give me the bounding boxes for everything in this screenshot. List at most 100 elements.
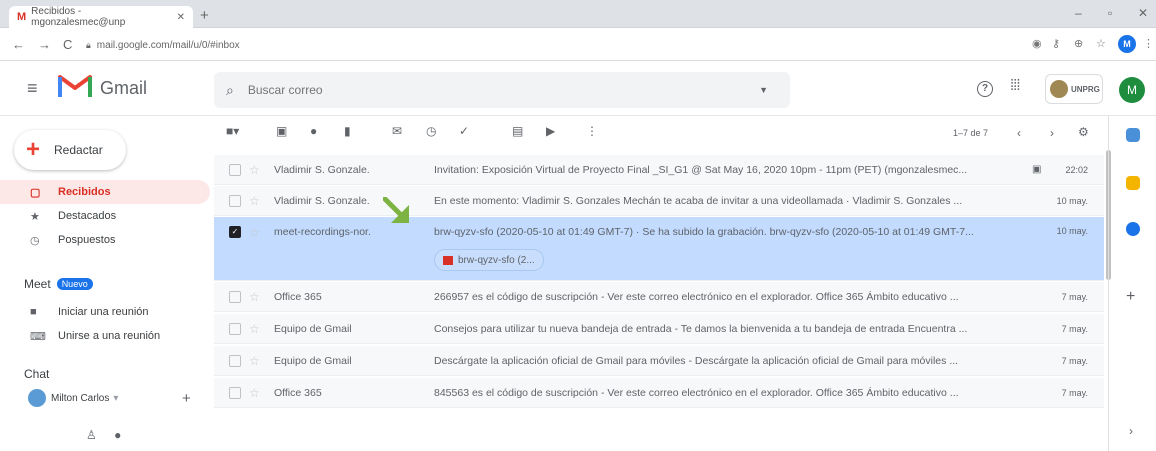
chat-user-name: Milton Carlos (51, 392, 110, 404)
reload-icon[interactable]: C (63, 37, 72, 52)
plus-icon: + (26, 136, 41, 163)
address-bar: ← → C 🔒︎ mail.google.com/mail/u/0/#inbox… (0, 28, 1156, 61)
email-date: 10 may. (1056, 226, 1088, 236)
archive-icon[interactable]: ▣ (276, 124, 287, 138)
email-snippet: Descárgate la aplicación oficial de Gmai… (434, 354, 959, 367)
more-options-icon[interactable]: ⋮ (586, 124, 598, 138)
row-checkbox[interactable] (229, 386, 241, 399)
join-meeting-label: Unirse a una reunión (58, 330, 161, 342)
account-avatar[interactable]: M (1119, 77, 1145, 103)
bookmark-star-icon[interactable]: ☆ (1096, 37, 1106, 50)
browser-tab[interactable]: M Recibidos - mgonzalesmec@unp ✕ (9, 6, 193, 28)
sidebar-item-label: Recibidos (58, 186, 111, 198)
app-name: Gmail (100, 78, 148, 98)
search-icon[interactable]: ⌕ (226, 82, 234, 99)
row-checkbox-checked[interactable]: ✓ (229, 226, 241, 238)
person-icon[interactable]: ♙ (86, 428, 97, 442)
browser-profile-avatar[interactable]: M (1118, 35, 1136, 53)
star-icon[interactable]: ☆ (249, 163, 260, 177)
row-checkbox[interactable] (229, 163, 241, 176)
email-row[interactable]: ☆ Equipo de Gmail Descárgate la aplicaci… (214, 346, 1104, 376)
new-badge: Nuevo (56, 278, 93, 290)
key-icon[interactable]: ⚷ (1052, 37, 1060, 50)
move-to-icon[interactable]: ▤ (512, 124, 523, 138)
mark-unread-icon[interactable]: ✉ (392, 124, 402, 138)
browser-menu-icon[interactable]: ⋮ (1143, 37, 1154, 50)
email-snippet: brw-qyzv-sfo (2020-05-10 at 01:49 GMT-7)… (434, 226, 974, 238)
apps-grid-icon[interactable]: ⁞⁞⁞ (1010, 77, 1020, 94)
org-badge[interactable]: UNPRG (1045, 74, 1103, 104)
prev-page-icon[interactable]: ‹ (1017, 126, 1021, 140)
keep-addon-icon[interactable] (1126, 176, 1140, 190)
email-row[interactable]: ☆ Equipo de Gmail Consejos para utilizar… (214, 314, 1104, 344)
compose-button[interactable]: + Redactar (14, 130, 126, 170)
star-icon[interactable]: ☆ (249, 322, 260, 336)
join-meeting-item[interactable]: ⌨ Unirse a una reunión (0, 324, 210, 348)
forward-icon[interactable]: → (38, 37, 51, 52)
close-tab-icon[interactable]: ✕ (177, 12, 185, 23)
row-checkbox[interactable] (229, 290, 241, 303)
star-icon[interactable]: ☆ (249, 386, 260, 400)
row-checkbox[interactable] (229, 354, 241, 367)
email-row[interactable]: ☆ Vladimir S. Gonzale. Invitation: Expos… (214, 155, 1104, 185)
star-icon[interactable]: ☆ (249, 354, 260, 368)
gmail-logo-icon[interactable] (58, 71, 92, 99)
star-icon[interactable]: ☆ (249, 194, 260, 208)
settings-icon[interactable]: ⚙ (1078, 125, 1089, 139)
clock-icon: ◷ (30, 234, 40, 247)
next-page-icon[interactable]: › (1050, 126, 1054, 140)
search-input[interactable] (247, 83, 760, 97)
snooze-icon[interactable]: ◷ (426, 124, 436, 138)
email-row[interactable]: ☆ Vladimir S. Gonzale. En este momento: … (214, 186, 1104, 216)
main-menu-icon[interactable]: ≡ (27, 78, 38, 99)
zoom-icon[interactable]: ⊕ (1074, 37, 1083, 50)
url-text: mail.google.com/mail/u/0/#inbox (96, 39, 240, 51)
start-meeting-item[interactable]: ■ Iniciar una reunión (0, 300, 210, 324)
annotation-arrow-icon (383, 197, 409, 223)
browser-tabstrip: M Recibidos - mgonzalesmec@unp ✕ + – ▫ ✕ (0, 0, 1156, 28)
calendar-icon: ▣ (1032, 164, 1042, 175)
side-panel: + › (1108, 116, 1156, 451)
extension-icon[interactable]: ◉ (1032, 37, 1042, 50)
select-all-checkbox-icon[interactable]: ■▾ (226, 124, 239, 138)
url-field[interactable]: 🔒︎ mail.google.com/mail/u/0/#inbox (86, 35, 1026, 55)
star-icon[interactable]: ☆ (249, 290, 260, 304)
sidebar-footer: ♙ ● (86, 428, 121, 442)
chat-user[interactable]: Milton Carlos ▾ (28, 388, 198, 408)
calendar-addon-icon[interactable] (1126, 128, 1140, 142)
add-task-icon[interactable]: ✓ (459, 124, 469, 138)
row-checkbox[interactable] (229, 322, 241, 335)
new-tab-button[interactable]: + (200, 7, 209, 24)
sidebar-item-inbox[interactable]: ▢ Recibidos (0, 180, 210, 204)
email-row[interactable]: ☆ Office 365 845563 es el código de susc… (214, 378, 1104, 408)
sidebar-item-snoozed[interactable]: ◷ Pospuestos (0, 228, 210, 252)
attachment-chip[interactable]: brw-qyzv-sfo (2... (434, 249, 544, 271)
add-addon-icon[interactable]: + (1126, 288, 1135, 306)
search-options-icon[interactable]: ▼ (759, 85, 768, 95)
add-chat-icon[interactable]: + (182, 390, 191, 407)
report-spam-icon[interactable]: ● (310, 124, 317, 138)
back-icon[interactable]: ← (12, 37, 25, 52)
chat-section-title: Chat (24, 367, 49, 381)
email-date: 7 may. (1061, 355, 1088, 366)
email-sender: Office 365 (274, 290, 322, 303)
help-icon[interactable]: ? (977, 81, 993, 97)
chat-bubble-icon[interactable]: ● (114, 428, 121, 442)
label-icon[interactable]: ▶ (546, 124, 555, 138)
chevron-down-icon[interactable]: ▾ (113, 393, 118, 404)
star-icon[interactable]: ☆ (249, 226, 260, 240)
minimize-icon[interactable]: – (1075, 6, 1082, 20)
delete-icon[interactable]: ▮ (344, 124, 351, 138)
email-row-selected[interactable]: ✓ ☆ meet-recordings-nor. brw-qyzv-sfo (2… (214, 217, 1104, 281)
close-window-icon[interactable]: ✕ (1138, 6, 1148, 20)
tasks-addon-icon[interactable] (1126, 222, 1140, 236)
maximize-icon[interactable]: ▫ (1108, 6, 1112, 20)
email-snippet: Invitation: Exposición Virtual de Proyec… (434, 163, 968, 176)
email-row[interactable]: ☆ Office 365 266957 es el código de susc… (214, 282, 1104, 312)
email-date: 10 may. (1056, 195, 1088, 206)
compose-label: Redactar (54, 143, 103, 157)
expand-panel-icon[interactable]: › (1129, 424, 1133, 438)
chat-title: Chat (24, 367, 50, 381)
sidebar-item-starred[interactable]: ★ Destacados (0, 204, 210, 228)
row-checkbox[interactable] (229, 194, 241, 207)
